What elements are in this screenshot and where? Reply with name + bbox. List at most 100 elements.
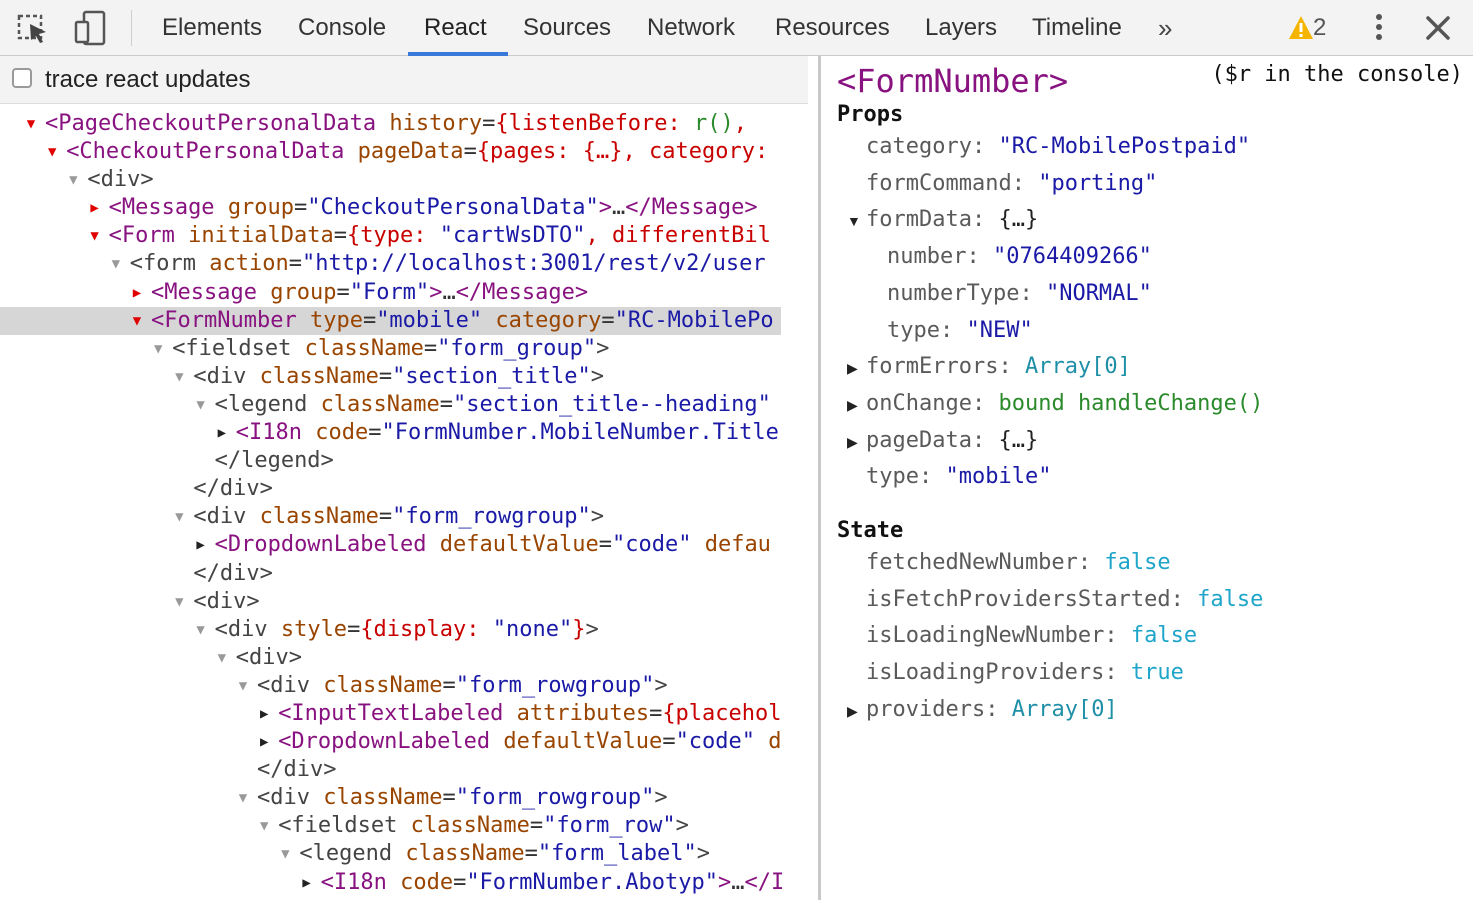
token-tok: … (611, 195, 626, 221)
kebab-menu-icon[interactable] (1369, 10, 1389, 46)
tree-row[interactable]: ▼ <div style={display: "none"}> (0, 616, 818, 644)
expand-triangle-closed-icon[interactable]: ▶ (88, 194, 102, 222)
tree-row[interactable]: ▶ <DropdownLabeled defaultValue="code" d (0, 728, 818, 756)
expand-triangle-open-icon[interactable]: ▼ (194, 616, 208, 644)
tree-row[interactable]: ▶ <I18n code="FormNumber.MobileNumber.Tit… (0, 419, 818, 447)
expand-triangle-closed-icon[interactable]: ▶ (847, 703, 858, 720)
props-item-category[interactable]: category: "RC-MobilePostpaid" (866, 134, 1250, 159)
tab-elements[interactable]: Elements (162, 0, 262, 56)
tree-row[interactable]: ▶ <Message group="Form">…</Message> (0, 279, 818, 307)
tree-row[interactable]: </div> (0, 560, 818, 588)
expand-triangle-open-icon[interactable]: ▼ (278, 840, 292, 868)
prop-value: true (1130, 660, 1184, 686)
token-tag: <DropdownLabeled (214, 532, 427, 558)
token-attr: group (270, 279, 337, 305)
tree-row-content: <fieldset className="form_row"> (278, 812, 689, 840)
state-item-fetchedNewNumber[interactable]: fetchedNewNumber: false (866, 550, 1171, 575)
tab-resources[interactable]: Resources (775, 0, 890, 56)
tab-sources[interactable]: Sources (523, 0, 611, 56)
tree-row[interactable]: ▼ <div> (0, 588, 818, 616)
tree-row[interactable]: </legend> (0, 447, 818, 475)
tree-row[interactable]: ▶ <DropdownLabeled defaultValue="code" de… (0, 531, 818, 559)
expand-triangle-closed-icon[interactable]: ▶ (215, 419, 229, 447)
expand-triangle-closed-icon[interactable]: ▶ (847, 434, 858, 451)
tree-row[interactable]: ▼ <div className="form_rowgroup"> (0, 672, 818, 700)
tree-row[interactable]: ▶ <I18n code="FormNumber.Abotyp">…</I (0, 869, 818, 897)
expand-triangle-open-icon[interactable]: ▼ (24, 110, 38, 138)
expand-triangle-closed-icon[interactable]: ▶ (847, 360, 858, 377)
expand-triangle-open-icon[interactable]: ▼ (215, 644, 229, 672)
expand-triangle-open-icon[interactable]: ▼ (109, 250, 123, 278)
expand-triangle-open-icon[interactable]: ▼ (130, 307, 144, 335)
expand-triangle-open-icon[interactable]: ▼ (236, 672, 250, 700)
state-item-providers[interactable]: providers: Array[0] (866, 697, 1118, 722)
expand-triangle-closed-icon[interactable]: ▶ (194, 531, 208, 559)
tree-row[interactable]: ▼ <form action="http://localhost:3001/res… (0, 250, 818, 278)
tree-row[interactable]: ▼ <div className="section_title"> (0, 363, 818, 391)
tab-timeline[interactable]: Timeline (1032, 0, 1122, 56)
props-heading: Props (837, 102, 904, 127)
tab-network[interactable]: Network (647, 0, 735, 56)
tab-layers[interactable]: Layers (925, 0, 997, 56)
tree-row[interactable]: ▼ <div> (0, 166, 818, 194)
tree-row[interactable]: ▶ <Message group="CheckoutPersonalData">…… (0, 194, 818, 222)
tree-row[interactable]: ▼ <legend className="section_title--headi… (0, 391, 818, 419)
warning-count[interactable]: 2 (1313, 0, 1326, 56)
tree-row[interactable]: ▼ <fieldset className="form_group"> (0, 335, 818, 363)
tree-row[interactable]: ▼ <PageCheckoutPersonalData history={list… (0, 110, 818, 138)
expand-triangle-open-icon[interactable]: ▼ (88, 222, 102, 250)
props-item-type[interactable]: type: "NEW" (887, 318, 1033, 343)
expand-triangle-open-icon[interactable]: ▼ (194, 391, 208, 419)
expand-triangle-closed-icon[interactable]: ▶ (300, 869, 314, 897)
tree-row-content: <div className="form_rowgroup"> (257, 784, 668, 812)
tree-row[interactable]: ▶ <InputTextLabeled attributes={placehol (0, 700, 818, 728)
expand-triangle-open-icon[interactable]: ▼ (172, 363, 186, 391)
tree-row[interactable]: ▼ <div> (0, 644, 818, 672)
expand-triangle-open-icon[interactable]: ▼ (66, 166, 80, 194)
expand-triangle-open-icon[interactable]: ▼ (172, 588, 186, 616)
token-str: "form_label" (537, 841, 697, 867)
tab-react[interactable]: React (424, 0, 487, 56)
warning-icon[interactable] (1288, 12, 1314, 44)
expand-triangle-closed-icon[interactable]: ▶ (257, 728, 271, 756)
tree-row-selected[interactable]: ▼ <FormNumber type="mobile" category="RC-… (0, 306, 818, 335)
token-str: "FormNumber.MobileNumber.Title (381, 420, 779, 446)
expand-triangle-open-icon[interactable]: ▼ (45, 138, 59, 166)
expand-triangle-closed-icon[interactable]: ▶ (130, 279, 144, 307)
tree-row[interactable]: ▼ <fieldset className="form_row"> (0, 812, 818, 840)
tab-console[interactable]: Console (298, 0, 386, 56)
expand-triangle-open-icon[interactable]: ▼ (236, 784, 250, 812)
token-tok (307, 392, 320, 417)
props-item-formCommand[interactable]: formCommand: "porting" (866, 171, 1157, 196)
component-tree: ▼ <PageCheckoutPersonalData history={list… (0, 110, 818, 897)
tree-row[interactable]: ▼ <div className="form_rowgroup"> (0, 784, 818, 812)
state-item-isLoadingProviders[interactable]: isLoadingProviders: true (866, 660, 1184, 685)
expand-triangle-closed-icon[interactable]: ▶ (847, 397, 858, 414)
props-item-number[interactable]: number: "0764409266" (887, 244, 1152, 269)
props-item-formErrors[interactable]: formErrors: Array[0] (866, 354, 1131, 379)
expand-triangle-open-icon[interactable]: ▼ (172, 503, 186, 531)
device-mode-icon[interactable] (74, 8, 110, 48)
tree-row[interactable]: ▼ <div className="form_rowgroup"> (0, 503, 818, 531)
token-tok (297, 308, 310, 333)
expand-triangle-open-icon[interactable]: ▼ (151, 335, 165, 363)
more-tabs-button[interactable]: » (1158, 0, 1172, 56)
inspect-element-icon[interactable] (16, 8, 52, 48)
props-item-pageData[interactable]: pageData: {…} (866, 428, 1038, 453)
tree-row[interactable]: ▼ <legend className="form_label"> (0, 840, 818, 868)
tree-row[interactable]: </div> (0, 756, 818, 784)
props-item-numberType[interactable]: numberType: "NORMAL" (887, 281, 1152, 306)
tree-row[interactable]: </div> (0, 475, 818, 503)
tree-row[interactable]: ▼ <Form initialData={type: "cartWsDTO", d… (0, 222, 818, 250)
expand-triangle-open-icon[interactable]: ▼ (847, 213, 861, 229)
props-item-formData[interactable]: formData: {…} (866, 207, 1038, 232)
expand-triangle-closed-icon[interactable]: ▶ (257, 700, 271, 728)
trace-react-updates-checkbox[interactable] (12, 68, 32, 88)
tree-row[interactable]: ▼ <CheckoutPersonalData pageData={pages: … (0, 138, 818, 166)
close-icon[interactable] (1424, 10, 1452, 46)
expand-triangle-open-icon[interactable]: ▼ (257, 812, 271, 840)
state-item-isFetchProvidersStarted[interactable]: isFetchProvidersStarted: false (866, 587, 1263, 612)
props-item-onChange[interactable]: onChange: bound handleChange() (866, 391, 1263, 416)
state-item-isLoadingNewNumber[interactable]: isLoadingNewNumber: false (866, 623, 1197, 648)
props-item-type[interactable]: type: "mobile" (866, 464, 1051, 489)
